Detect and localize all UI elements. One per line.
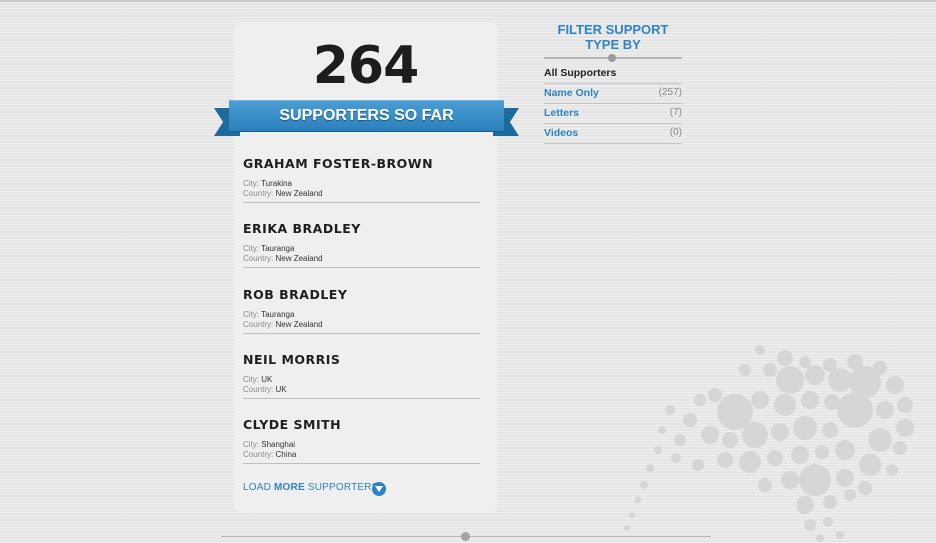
supporter-city: City: Shanghai bbox=[243, 440, 296, 449]
supporter-name: GRAHAM FOSTER-BROWN bbox=[243, 156, 434, 171]
filter-option-all[interactable]: All Supporters bbox=[544, 63, 682, 84]
supporter-country: Country: New Zealand bbox=[243, 320, 323, 329]
supporter-item[interactable]: ERIKA BRADLEY City: Tauranga Country: Ne… bbox=[243, 221, 480, 268]
filter-divider-knob bbox=[608, 54, 616, 62]
supporter-city: City: UK bbox=[243, 375, 273, 384]
filter-option-label: All Supporters bbox=[544, 67, 617, 79]
filter-option-count: (7) bbox=[669, 107, 682, 118]
supporter-name: NEIL MORRIS bbox=[243, 352, 341, 367]
kiwi-bird-dots-icon bbox=[624, 345, 914, 542]
supporter-name: ROB BRADLEY bbox=[243, 287, 348, 302]
filter-option-label: Videos bbox=[544, 127, 579, 139]
filter-option-label: Letters bbox=[544, 107, 580, 119]
supporter-item[interactable]: GRAHAM FOSTER-BROWN City: Turakina Count… bbox=[243, 156, 480, 203]
load-more-link[interactable]: LOAD MORE SUPPORTERS bbox=[243, 482, 379, 493]
top-border bbox=[0, 0, 936, 2]
filter-title: FILTER SUPPORT TYPE BY bbox=[557, 22, 669, 52]
ribbon-label: SUPPORTERS SO FAR bbox=[229, 100, 504, 132]
supporter-city: City: Tauranga bbox=[243, 244, 295, 253]
supporter-item[interactable]: NEIL MORRIS City: UK Country: UK bbox=[243, 352, 480, 399]
supporter-item[interactable]: ROB BRADLEY City: Tauranga Country: New … bbox=[243, 287, 480, 334]
bottom-divider-knob bbox=[461, 532, 470, 541]
supporter-city: City: Tauranga bbox=[243, 310, 295, 319]
supporter-name: CLYDE SMITH bbox=[243, 417, 342, 432]
supporters-ribbon: SUPPORTERS SO FAR bbox=[214, 99, 519, 139]
filter-option-count: (257) bbox=[658, 87, 682, 98]
supporter-country: Country: UK bbox=[243, 385, 287, 394]
supporter-country: Country: New Zealand bbox=[243, 189, 323, 198]
filter-option-name-only[interactable]: Name Only (257) bbox=[544, 83, 682, 104]
supporter-name: ERIKA BRADLEY bbox=[243, 221, 361, 236]
filter-option-label: Name Only bbox=[544, 87, 599, 99]
supporter-country: Country: China bbox=[243, 450, 297, 459]
supporter-country: Country: New Zealand bbox=[243, 254, 323, 263]
filter-option-count: (0) bbox=[669, 127, 682, 138]
filter-option-letters[interactable]: Letters (7) bbox=[544, 103, 682, 124]
supporter-count: 264 bbox=[312, 36, 420, 96]
supporter-item[interactable]: CLYDE SMITH City: Shanghai Country: Chin… bbox=[243, 417, 480, 464]
supporter-city: City: Turakina bbox=[243, 179, 292, 188]
filter-option-videos[interactable]: Videos (0) bbox=[544, 123, 682, 144]
chevron-down-circle-icon[interactable] bbox=[372, 482, 386, 496]
